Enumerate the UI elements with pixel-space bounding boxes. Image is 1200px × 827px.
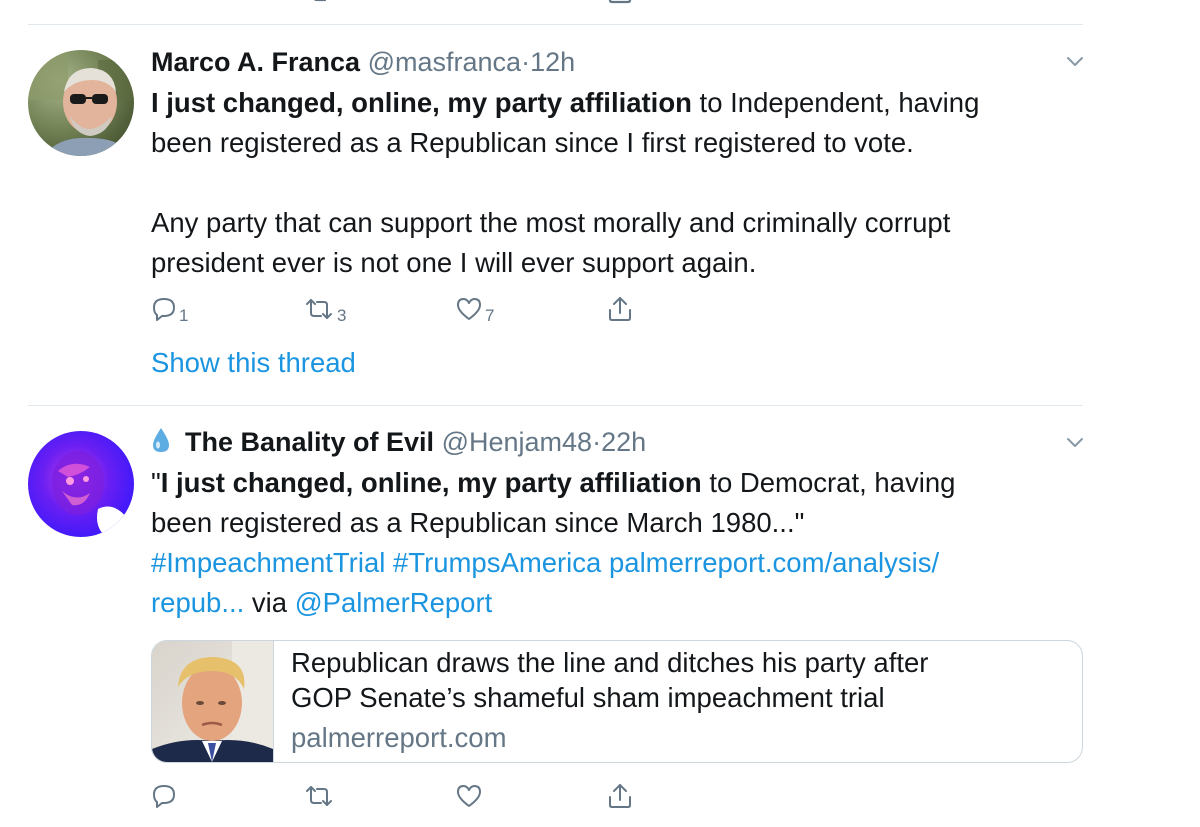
retweet-count: 3 [337, 306, 347, 325]
heart-icon [455, 296, 483, 322]
card-title: Republican draws the line and ditches hi… [291, 645, 928, 715]
tweet-header: The Banality of Evil @Henjam48·22h [151, 425, 646, 462]
tweet-timestamp[interactable]: 22h [601, 427, 646, 457]
tweet-text-bold: I just changed, online, my party affilia… [151, 87, 692, 118]
tweet-text-span: to Democrat, having [701, 467, 956, 498]
hashtag-link[interactable]: #ImpeachmentTrial [151, 547, 385, 578]
tweet-text-line: Any party that can support the most mora… [151, 207, 951, 238]
tweet-text-line: been registered as a Republican since Ma… [151, 507, 805, 538]
mention-link[interactable]: @PalmerReport [295, 587, 493, 618]
prev-tweet-share-icon[interactable] [607, 0, 633, 6]
tweet-text-blank [151, 163, 979, 203]
avatar[interactable] [28, 50, 134, 156]
reply-button[interactable]: 1 [151, 296, 303, 325]
retweet-button[interactable]: 3 [303, 296, 455, 325]
url-link[interactable]: repub... [151, 587, 244, 618]
tweet-divider [28, 405, 1083, 406]
like-count: 7 [485, 306, 495, 325]
author-name[interactable]: Marco A. Franca [151, 47, 360, 77]
tweet-header: Marco A. Franca @masfranca·12h [151, 45, 575, 79]
share-icon [607, 295, 633, 323]
like-button[interactable] [455, 783, 607, 809]
heart-icon [455, 783, 483, 809]
via-text: via [244, 587, 295, 618]
author-handle[interactable]: @masfranca [368, 47, 521, 77]
retweet-icon [303, 296, 335, 322]
reply-icon [151, 783, 177, 809]
card-title-line: GOP Senate’s shameful sham impeachment t… [291, 682, 885, 713]
share-button[interactable] [607, 295, 633, 323]
hashtag-link[interactable]: #TrumpsAmerica [393, 547, 601, 578]
chevron-down-icon[interactable] [1065, 435, 1085, 454]
tweet-text: I just changed, online, my party affilia… [151, 83, 979, 283]
avatar[interactable] [28, 431, 134, 537]
url-link[interactable]: palmerreport.com/analysis/ [609, 547, 939, 578]
tweet-actions [151, 782, 633, 810]
tweet-text-line: I just changed, online, my party affilia… [151, 83, 979, 123]
reply-button[interactable] [151, 783, 303, 809]
author-handle[interactable]: @Henjam48 [442, 427, 592, 457]
share-icon [607, 782, 633, 810]
reply-icon [151, 296, 177, 322]
tweet-text-line: repub... via @PalmerReport [151, 583, 955, 623]
link-preview-card[interactable]: Republican draws the line and ditches hi… [151, 640, 1083, 763]
chevron-down-icon[interactable] [1065, 54, 1085, 73]
share-button[interactable] [607, 782, 633, 810]
card-title-line: Republican draws the line and ditches hi… [291, 647, 929, 678]
retweet-button[interactable] [303, 783, 455, 809]
tweet-text-line: president ever is not one I will ever su… [151, 247, 757, 278]
tweet-text: "I just changed, online, my party affili… [151, 463, 955, 623]
separator-dot: · [592, 427, 602, 457]
droplet-icon [151, 426, 171, 462]
tweet-divider [28, 24, 1083, 25]
tweet-text-line: #ImpeachmentTrial #TrumpsAmerica palmerr… [151, 543, 955, 583]
tweet-actions: 1 3 7 [151, 295, 633, 325]
like-button[interactable]: 7 [455, 296, 607, 325]
card-domain: palmerreport.com [291, 722, 507, 753]
reply-count: 1 [179, 306, 189, 325]
prev-tweet-retweet-icon[interactable] [305, 0, 331, 6]
show-thread-link[interactable]: Show this thread [151, 346, 356, 380]
tweet-text-quote: " [151, 467, 161, 498]
separator-dot: · [521, 47, 531, 77]
tweet-text-bold: I just changed, online, my party affilia… [160, 467, 702, 498]
tweet-timestamp[interactable]: 12h [530, 47, 575, 77]
retweet-icon [303, 783, 335, 809]
card-thumbnail [152, 641, 274, 762]
tweet-text-line: "I just changed, online, my party affili… [151, 463, 955, 503]
tweet-text-span: to Independent, having [691, 87, 980, 118]
tweet-text-line: been registered as a Republican since I … [151, 127, 914, 158]
author-name[interactable]: The Banality of Evil [185, 427, 434, 457]
